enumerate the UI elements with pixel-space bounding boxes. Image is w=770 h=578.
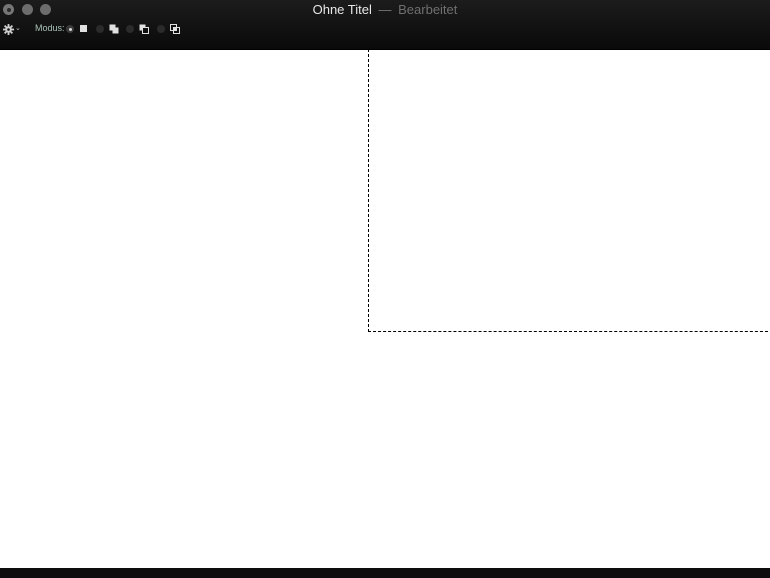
bottom-bar — [0, 568, 770, 578]
window-title: Ohne Titel — Bearbeitet — [0, 2, 770, 18]
square-icon — [80, 25, 87, 32]
title-bar: Ohne Titel — Bearbeitet ⌄ Modus: — [0, 0, 770, 50]
mode-radio-intersect[interactable] — [157, 25, 165, 33]
subtract-squares-icon — [139, 24, 149, 34]
union-squares-icon — [109, 24, 119, 34]
mode-radio-subtract[interactable] — [126, 25, 134, 33]
chevron-down-icon: ⌄ — [15, 25, 21, 32]
selection-marquee[interactable] — [368, 49, 770, 332]
mode-radio-new-selection[interactable] — [66, 25, 74, 33]
action-menu-button[interactable]: ⌄ — [3, 22, 21, 36]
mode-radio-add[interactable] — [96, 25, 104, 33]
intersect-squares-icon — [170, 24, 180, 34]
document-name: Ohne Titel — [312, 2, 372, 17]
document-status: Bearbeitet — [398, 2, 458, 17]
gear-icon — [3, 23, 14, 35]
mode-label: Modus: — [35, 23, 65, 33]
title-separator: — — [378, 2, 392, 17]
